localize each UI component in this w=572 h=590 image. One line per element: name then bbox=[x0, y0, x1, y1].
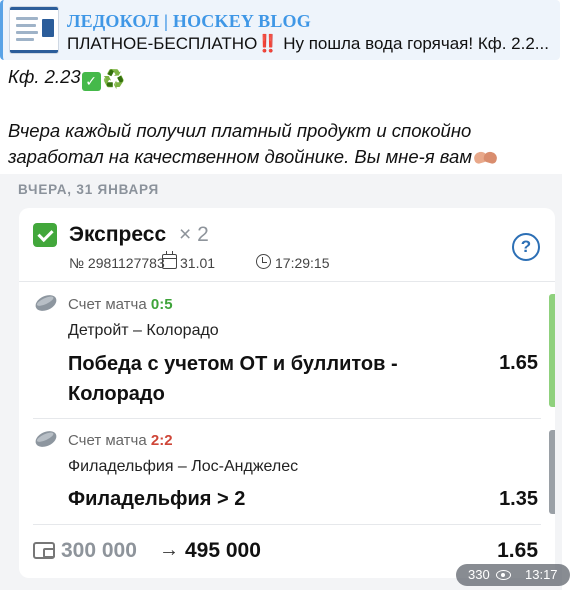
recycle-emoji: ♻️ bbox=[102, 69, 126, 89]
event-1-score: Счет матча 0:5 bbox=[68, 296, 173, 313]
reply-channel-title: ЛЕДОКОЛ | HOCKEY BLOG bbox=[67, 11, 311, 31]
puck-icon bbox=[33, 428, 59, 450]
reply-preview[interactable]: ЛЕДОКОЛ | HOCKEY BLOG ПЛАТНОЕ-БЕСПЛАТНО‼… bbox=[0, 0, 560, 60]
reply-thumbnail bbox=[9, 6, 59, 54]
reply-text: ПЛАТНОЕ-БЕСПЛАТНО‼️ Ну пошла вода горяча… bbox=[67, 34, 549, 53]
event-2-pick: Филадельфия > 2 bbox=[68, 488, 246, 510]
puck-icon bbox=[33, 292, 59, 314]
bet-count: × 2 bbox=[179, 223, 209, 246]
bet-number: № 2981127783 bbox=[69, 255, 165, 271]
bet-date: 31.01 bbox=[180, 255, 216, 271]
wallet-icon bbox=[33, 542, 55, 559]
check-icon bbox=[33, 223, 57, 247]
view-count: 330 bbox=[468, 567, 490, 582]
stake-amount: 300 000 bbox=[61, 539, 137, 562]
arrow-icon: → bbox=[159, 539, 179, 561]
event-2-status-bar bbox=[549, 430, 555, 514]
bet-time: 17:29:15 bbox=[275, 255, 330, 271]
message-line-3: заработал на качественном двойнике. Вы м… bbox=[8, 146, 499, 168]
event-2-teams: Филадельфия – Лос-Анджелес bbox=[68, 458, 299, 475]
handshake-emoji bbox=[472, 150, 499, 165]
event-1-teams: Детройт – Колорадо bbox=[68, 322, 219, 339]
message-line-1: Кф. 2.23 ✓ ♻️ bbox=[8, 66, 126, 91]
event-1-pick: Победа с учетом ОТ и буллитов - Колорадо bbox=[68, 353, 398, 405]
payout-amount: 495 000 bbox=[185, 539, 261, 562]
clock-icon bbox=[256, 254, 271, 269]
help-icon[interactable]: ? bbox=[512, 233, 540, 261]
message-meta: 330 13:17 bbox=[456, 564, 570, 586]
check-emoji: ✓ bbox=[81, 72, 101, 91]
bangbang-emoji: ‼️ bbox=[257, 34, 279, 53]
eye-icon bbox=[496, 570, 511, 580]
event-2-odd: 1.35 bbox=[499, 488, 538, 510]
event-1-status-bar bbox=[549, 294, 555, 407]
event-1-odd: 1.65 bbox=[499, 352, 538, 374]
message-time: 13:17 bbox=[525, 567, 558, 582]
date-label: ВЧЕРА, 31 ЯНВАРЯ bbox=[18, 182, 160, 197]
divider bbox=[33, 418, 541, 419]
divider bbox=[33, 524, 541, 525]
calendar-icon bbox=[162, 251, 177, 269]
bet-card-header: Экспресс × 2 ? № 2981127783 31.01 17:29:… bbox=[19, 208, 555, 282]
message-line-2: Вчера каждый получил платный продукт и с… bbox=[8, 120, 472, 141]
bet-type-title: Экспресс bbox=[69, 223, 167, 246]
event-2-score: Счет матча 2:2 bbox=[68, 432, 173, 449]
total-odd: 1.65 bbox=[497, 539, 538, 562]
bet-card: Экспресс × 2 ? № 2981127783 31.01 17:29:… bbox=[19, 208, 555, 578]
